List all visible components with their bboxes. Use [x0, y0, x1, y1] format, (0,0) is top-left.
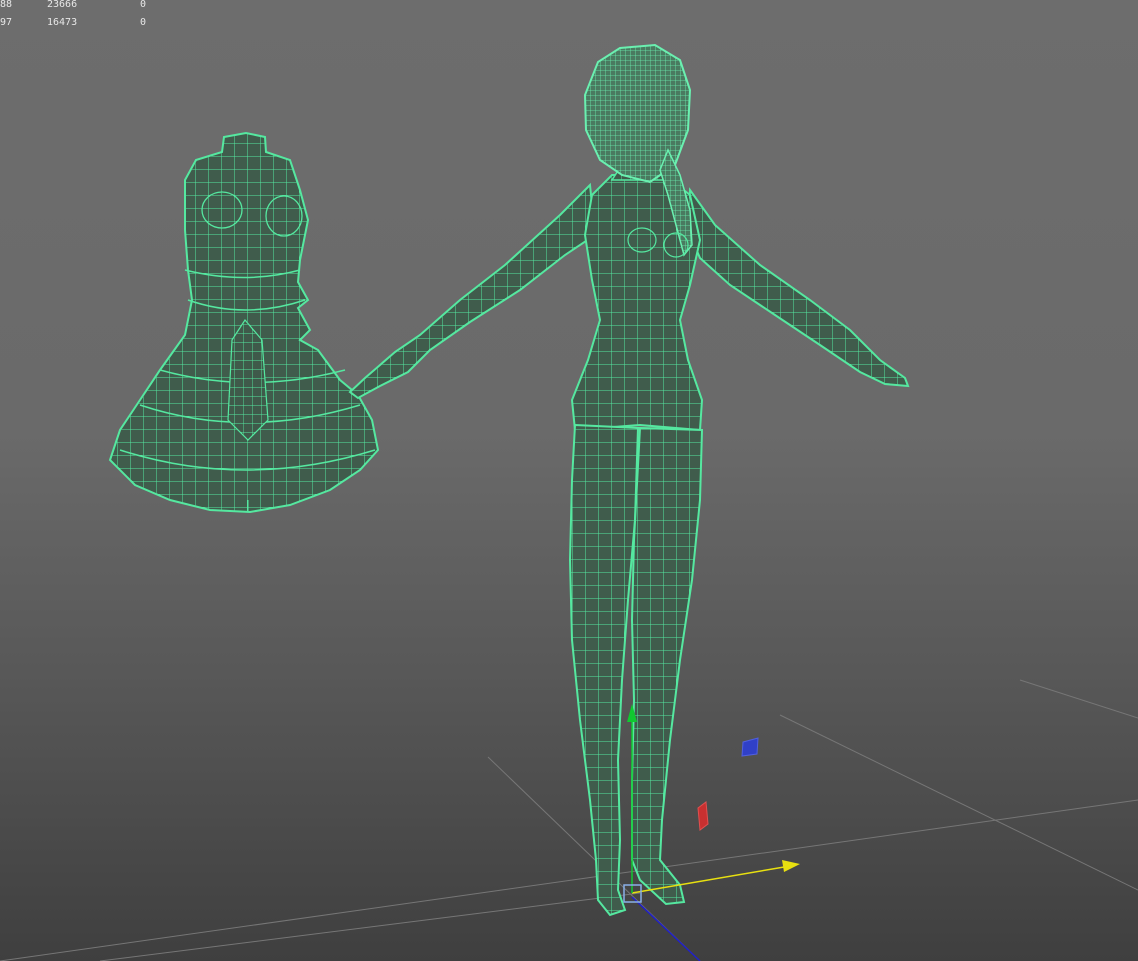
dress-mesh[interactable] — [108, 131, 380, 514]
scene-canvas[interactable] — [0, 0, 1138, 961]
character-body-mesh[interactable] — [348, 43, 910, 917]
plane-handle-blue-icon — [741, 737, 759, 757]
plane-handle-red-icon — [697, 801, 709, 831]
axis-z-line — [631, 896, 701, 961]
ground-grid — [0, 679, 1138, 961]
axis-x-arrow-icon — [782, 860, 800, 872]
3d-viewport[interactable]: 88 23666 0 97 16473 0 — [0, 0, 1138, 961]
